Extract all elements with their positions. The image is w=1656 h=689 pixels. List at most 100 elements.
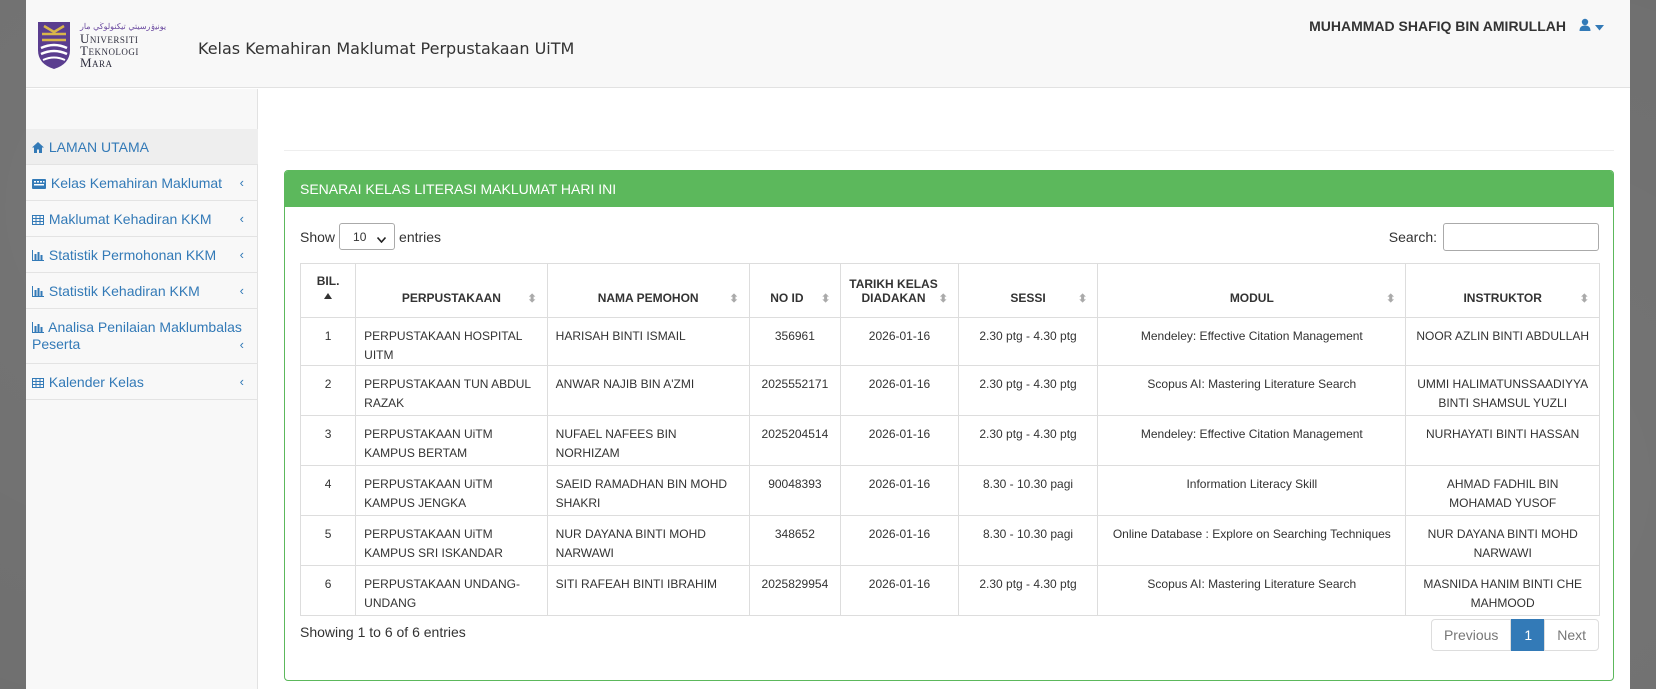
search-label: Search: bbox=[1388, 229, 1437, 245]
sidebar-item-statistik-kehadiran[interactable]: Statistik Kehadiran KKM ‹ bbox=[26, 273, 258, 309]
cell-no-id: 356961 bbox=[748, 317, 842, 366]
table-row: 2 PERPUSTAKAAN TUN ABDUL RAZAK ANWAR NAJ… bbox=[299, 365, 1600, 416]
panel-heading: SENARAI KELAS LITERASI MAKLUMAT HARI INI bbox=[285, 171, 1613, 207]
page-divider bbox=[284, 150, 1614, 151]
keyboard-icon bbox=[32, 176, 46, 192]
cell-sessi: 2.30 ptg - 4.30 ptg bbox=[957, 317, 1099, 366]
column-header-bil[interactable]: BIL. bbox=[299, 263, 357, 318]
sort-icon: ⬍ bbox=[820, 293, 831, 305]
chevron-left-icon: ‹ bbox=[239, 283, 244, 298]
cell-perpustakaan: PERPUSTAKAAN UiTM KAMPUS BERTAM bbox=[355, 415, 548, 466]
class-list-panel: SENARAI KELAS LITERASI MAKLUMAT HARI INI… bbox=[284, 170, 1614, 681]
bar-chart-icon bbox=[32, 248, 44, 264]
table-row: 6 PERPUSTAKAAN UNDANG-UNDANG SITI RAFEAH… bbox=[299, 565, 1600, 616]
cell-bil: 2 bbox=[299, 365, 357, 416]
column-header-label: BIL. bbox=[316, 274, 340, 288]
cell-tarikh: 2026-01-16 bbox=[840, 317, 959, 366]
chevron-left-icon: ‹ bbox=[239, 247, 244, 262]
table-info: Showing 1 to 6 of 6 entries bbox=[300, 624, 466, 640]
sidebar-item-statistik-permohonan[interactable]: Statistik Permohonan KKM ‹ bbox=[26, 237, 258, 273]
column-header-label: MODUL bbox=[1229, 291, 1274, 305]
sidebar-item-kalender-kelas[interactable]: Kalender Kelas ‹ bbox=[26, 364, 258, 400]
app-title[interactable]: Kelas Kemahiran Maklumat Perpustakaan Ui… bbox=[198, 39, 574, 58]
user-menu-toggle[interactable] bbox=[1579, 18, 1604, 34]
table-icon bbox=[32, 212, 44, 228]
cell-perpustakaan: PERPUSTAKAAN UiTM KAMPUS JENGKA bbox=[355, 465, 548, 516]
sort-asc-icon bbox=[324, 288, 333, 302]
cell-modul: Mendeley: Effective Citation Management bbox=[1097, 415, 1407, 466]
cell-perpustakaan: PERPUSTAKAAN HOSPITAL UITM bbox=[355, 317, 548, 366]
cell-perpustakaan: PERPUSTAKAAN UiTM KAMPUS SRI ISKANDAR bbox=[355, 515, 548, 566]
cell-instruktor: MASNIDA HANIM BINTI CHE MAHMOOD bbox=[1405, 565, 1600, 616]
table-row: 1 PERPUSTAKAAN HOSPITAL UITM HARISAH BIN… bbox=[299, 317, 1600, 366]
chevron-down-icon bbox=[376, 232, 387, 246]
home-icon bbox=[32, 140, 44, 156]
sidebar-item-laman-utama[interactable]: LAMAN UTAMA bbox=[26, 129, 258, 165]
cell-tarikh: 2026-01-16 bbox=[840, 565, 959, 616]
top-navbar: ﻳﻮﻧﻴۏرسيتي تيکنولوڬي مار Universiti Tekn… bbox=[26, 0, 1630, 88]
cell-modul: Scopus AI: Mastering Literature Search bbox=[1097, 365, 1407, 416]
sidebar-item-analisa-penilaian[interactable]: Analisa Penilaian Maklumbalas Peserta ‹ bbox=[26, 309, 258, 364]
cell-bil: 4 bbox=[299, 465, 357, 516]
cell-perpustakaan: PERPUSTAKAAN UNDANG-UNDANG bbox=[355, 565, 548, 616]
cell-no-id: 2025204514 bbox=[748, 415, 842, 466]
sort-icon: ⬍ bbox=[1078, 293, 1088, 305]
cell-sessi: 8.30 - 10.30 pagi bbox=[957, 515, 1099, 566]
page-length-control: Show 10 entries bbox=[300, 223, 441, 250]
cell-instruktor: NUR DAYANA BINTI MOHD NARWAWI bbox=[1405, 515, 1600, 566]
sidebar-item-maklumat-kehadiran[interactable]: Maklumat Kehadiran KKM ‹ bbox=[26, 201, 258, 237]
column-header-tarikh-kelas[interactable]: TARIKH KELAS DIADAKAN ⬍ bbox=[840, 263, 959, 318]
logo-wordmark: ﻳﻮﻧﻴۏرسيتي تيکنولوڬي مار Universiti Tekn… bbox=[80, 21, 166, 69]
next-page-button[interactable]: Next bbox=[1544, 619, 1599, 651]
cell-bil: 1 bbox=[299, 317, 357, 366]
column-header-instruktor[interactable]: INSTRUKTOR ⬍ bbox=[1405, 263, 1600, 318]
cell-tarikh: 2026-01-16 bbox=[840, 465, 959, 516]
cell-bil: 3 bbox=[299, 415, 357, 466]
column-header-nama-pemohon[interactable]: NAMA PEMOHON ⬍ bbox=[546, 263, 750, 318]
user-icon bbox=[1579, 18, 1591, 34]
cell-sessi: 2.30 ptg - 4.30 ptg bbox=[957, 565, 1099, 616]
sidebar: LAMAN UTAMA Kelas Kemahiran Maklumat ‹ M… bbox=[26, 89, 258, 689]
cell-nama-pemohon: SAEID RAMADHAN BIN MOHD SHAKRI bbox=[546, 465, 750, 516]
sidebar-item-label: Kalender Kelas bbox=[48, 374, 144, 390]
cell-no-id: 2025829954 bbox=[748, 565, 842, 616]
cell-tarikh: 2026-01-16 bbox=[840, 515, 959, 566]
table-row: 3 PERPUSTAKAAN UiTM KAMPUS BERTAM NUFAEL… bbox=[299, 415, 1600, 466]
chevron-left-icon: ‹ bbox=[239, 374, 244, 389]
column-header-label-line2: DIADAKAN bbox=[861, 291, 926, 305]
app-frame: ﻳﻮﻧﻴۏرسيتي تيکنولوڬي مار Universiti Tekn… bbox=[26, 0, 1630, 689]
chevron-left-icon: ‹ bbox=[239, 211, 244, 226]
column-header-no-id[interactable]: NO ID ⬍ bbox=[748, 263, 842, 318]
cell-nama-pemohon: HARISAH BINTI ISMAIL bbox=[546, 317, 750, 366]
sidebar-item-kelas-kemahiran[interactable]: Kelas Kemahiran Maklumat ‹ bbox=[26, 165, 258, 201]
column-header-sessi[interactable]: SESSI ⬍ bbox=[957, 263, 1099, 318]
column-header-label: PERPUSTAKAAN bbox=[401, 291, 501, 305]
column-header-perpustakaan[interactable]: PERPUSTAKAAN ⬍ bbox=[355, 263, 548, 318]
column-header-label: NO ID bbox=[770, 291, 804, 305]
cell-tarikh: 2026-01-16 bbox=[840, 415, 959, 466]
chevron-down-icon bbox=[1595, 19, 1604, 34]
cell-modul: Scopus AI: Mastering Literature Search bbox=[1097, 565, 1407, 616]
column-header-label: NAMA PEMOHON bbox=[597, 291, 699, 305]
chevron-left-icon: ‹ bbox=[239, 337, 244, 352]
cell-nama-pemohon: SITI RAFEAH BINTI IBRAHIM bbox=[546, 565, 750, 616]
column-header-modul[interactable]: MODUL ⬍ bbox=[1097, 263, 1407, 318]
sidebar-item-label: Maklumat Kehadiran KKM bbox=[48, 211, 212, 227]
cell-sessi: 2.30 ptg - 4.30 ptg bbox=[957, 365, 1099, 416]
table-row: 5 PERPUSTAKAAN UiTM KAMPUS SRI ISKANDAR … bbox=[299, 515, 1600, 566]
cell-instruktor: AHMAD FADHIL BIN MOHAMAD YUSOF bbox=[1405, 465, 1600, 516]
previous-page-button[interactable]: Previous bbox=[1430, 619, 1512, 651]
sidebar-item-label: Statistik Kehadiran KKM bbox=[48, 283, 200, 299]
cell-sessi: 2.30 ptg - 4.30 ptg bbox=[957, 415, 1099, 466]
table-icon bbox=[32, 375, 44, 391]
table-row: 4 PERPUSTAKAAN UiTM KAMPUS JENGKA SAEID … bbox=[299, 465, 1600, 516]
cell-no-id: 2025552171 bbox=[748, 365, 842, 416]
cell-modul: Mendeley: Effective Citation Management bbox=[1097, 317, 1407, 366]
logo-line-3: Mara bbox=[80, 55, 113, 70]
search-input[interactable] bbox=[1443, 223, 1599, 251]
page-length-select[interactable]: 10 bbox=[339, 223, 396, 250]
uitm-logo[interactable]: ﻳﻮﻧﻴۏرسيتي تيکنولوڬي مار Universiti Tekn… bbox=[36, 18, 194, 72]
cell-sessi: 8.30 - 10.30 pagi bbox=[957, 465, 1099, 516]
page-1-button[interactable]: 1 bbox=[1511, 619, 1546, 651]
bar-chart-icon bbox=[32, 284, 44, 300]
